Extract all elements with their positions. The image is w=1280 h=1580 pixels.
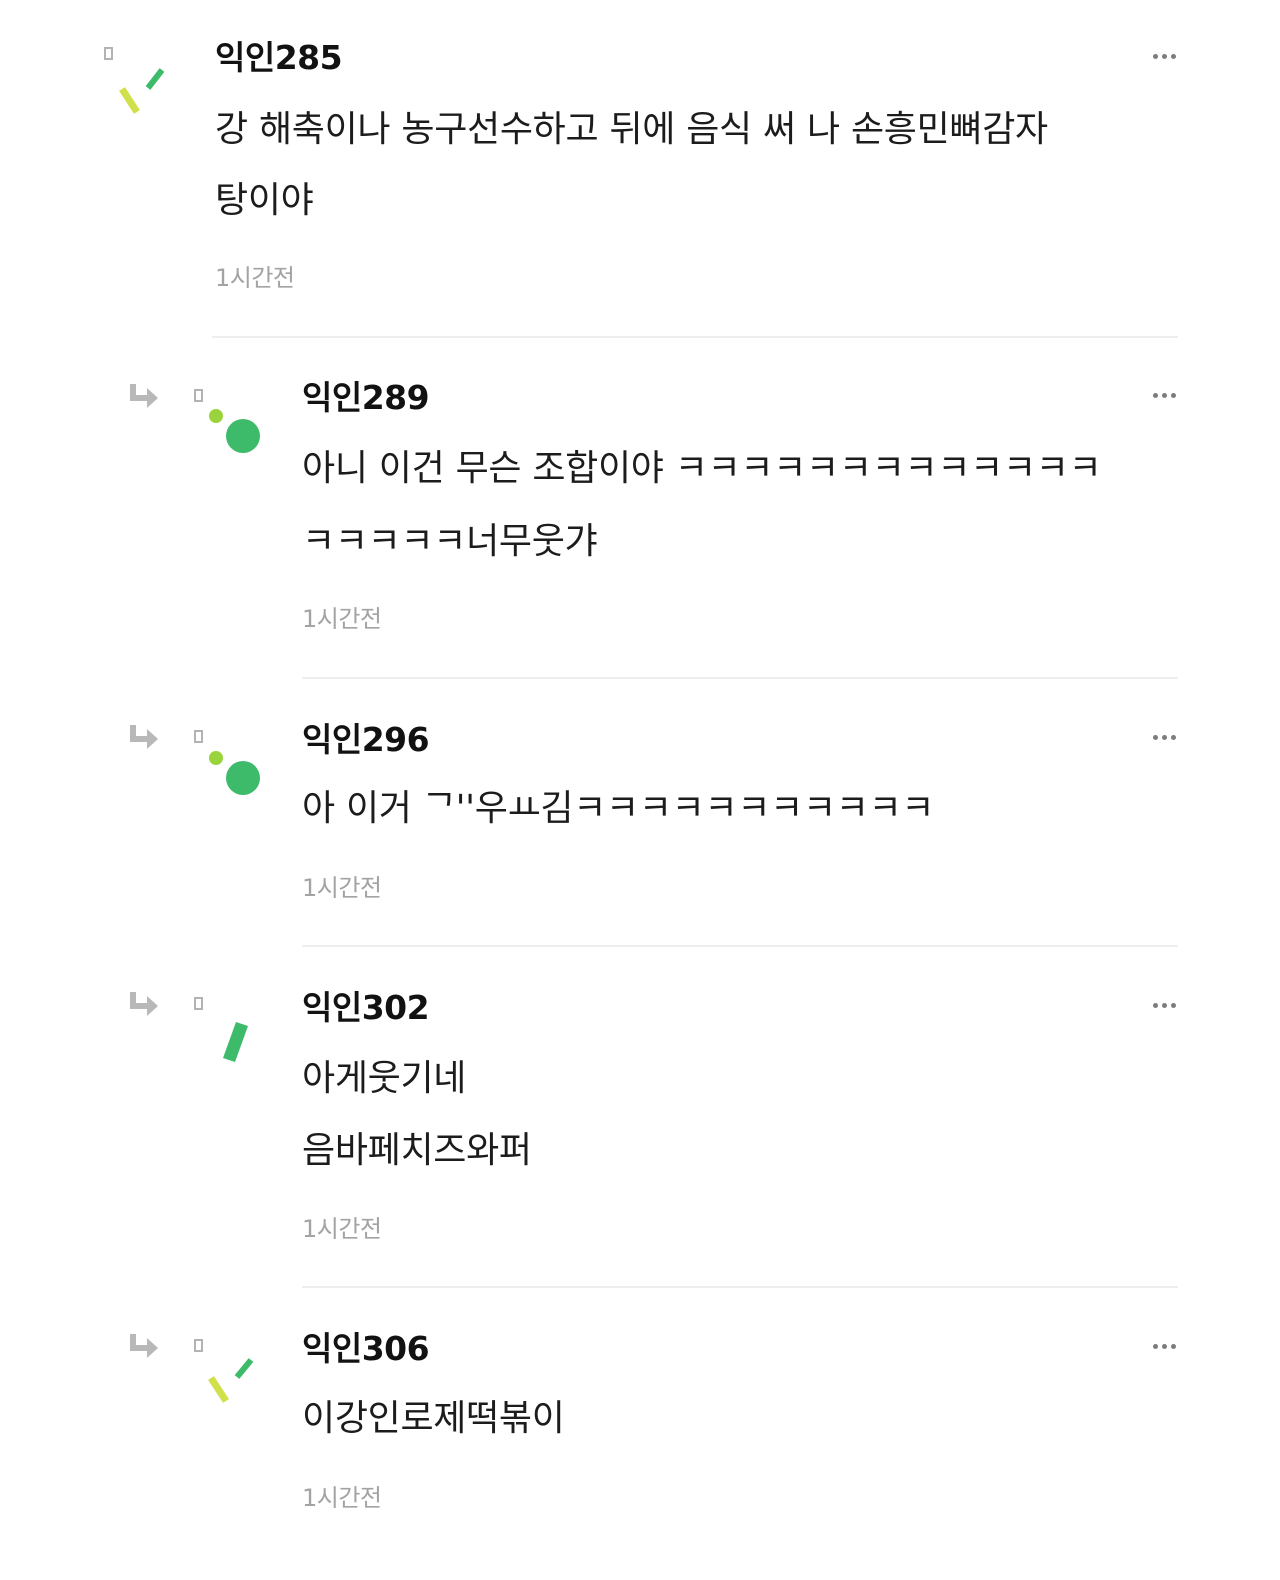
- comment-timestamp: 1시간전: [302, 1215, 382, 1243]
- comment-timestamp: 1시간전: [302, 874, 382, 902]
- comment-timestamp: 1시간전: [302, 1484, 382, 1512]
- more-options-button[interactable]: [1150, 390, 1180, 400]
- reply-arrow-icon: [130, 384, 158, 408]
- comment-divider: [302, 1286, 1178, 1288]
- more-options-button[interactable]: [1150, 1000, 1180, 1010]
- comment-text-line: 탕이야: [215, 180, 314, 221]
- reply-arrow-icon: [130, 992, 158, 1016]
- comment-author[interactable]: 익인302: [302, 988, 430, 1028]
- comment-text-line: 아니 이건 무슨 조합이야 ㅋㅋㅋㅋㅋㅋㅋㅋㅋㅋㅋㅋㅋ: [302, 448, 1102, 489]
- reply-arrow-icon: [130, 1334, 158, 1358]
- comment-author[interactable]: 익인296: [302, 720, 430, 760]
- comment-text-line: 강 해축이나 농구선수하고 뒤에 음식 써 나 손흥민뼈감자: [215, 109, 1048, 150]
- comment-marker-icon: [194, 1339, 203, 1352]
- comment-text-line: 음바페치즈와퍼: [302, 1130, 532, 1171]
- comment-text-line: 아게웃기네: [302, 1058, 467, 1099]
- comment-text-line: ㅋㅋㅋㅋㅋ너무웃갸: [302, 521, 598, 562]
- comment-marker-icon: [104, 47, 113, 60]
- comment-author[interactable]: 익인289: [302, 378, 430, 418]
- comment-text-line: 아 이거 ᄀ''우ㅛ김ㅋㅋㅋㅋㅋㅋㅋㅋㅋㅋㅋ: [302, 788, 935, 829]
- comment-author[interactable]: 익인306: [302, 1329, 430, 1369]
- comment-marker-icon: [194, 730, 203, 743]
- comment-divider: [212, 336, 1178, 338]
- yellow-green-sticks-icon: [119, 68, 165, 114]
- comment-marker-icon: [194, 997, 203, 1010]
- comment-text-line: 이강인로제떡볶이: [302, 1398, 565, 1439]
- more-options-button[interactable]: [1150, 51, 1180, 61]
- green-bar-icon: [223, 1022, 248, 1062]
- green-dots-icon: [209, 751, 260, 795]
- green-dots-icon: [209, 409, 260, 453]
- comment-thread-page: { "comments": [ { "author": "익인285", "li…: [0, 0, 1280, 1580]
- yellow-green-sticks-icon: [208, 1358, 254, 1403]
- comment-author[interactable]: 익인285: [215, 38, 343, 78]
- comment-divider: [302, 945, 1178, 947]
- more-options-button[interactable]: [1150, 1341, 1180, 1351]
- reply-arrow-icon: [130, 725, 158, 749]
- comment-timestamp: 1시간전: [215, 264, 295, 292]
- more-options-button[interactable]: [1150, 732, 1180, 742]
- comment-divider: [302, 677, 1178, 679]
- comment-marker-icon: [194, 389, 203, 402]
- comment-timestamp: 1시간전: [302, 605, 382, 633]
